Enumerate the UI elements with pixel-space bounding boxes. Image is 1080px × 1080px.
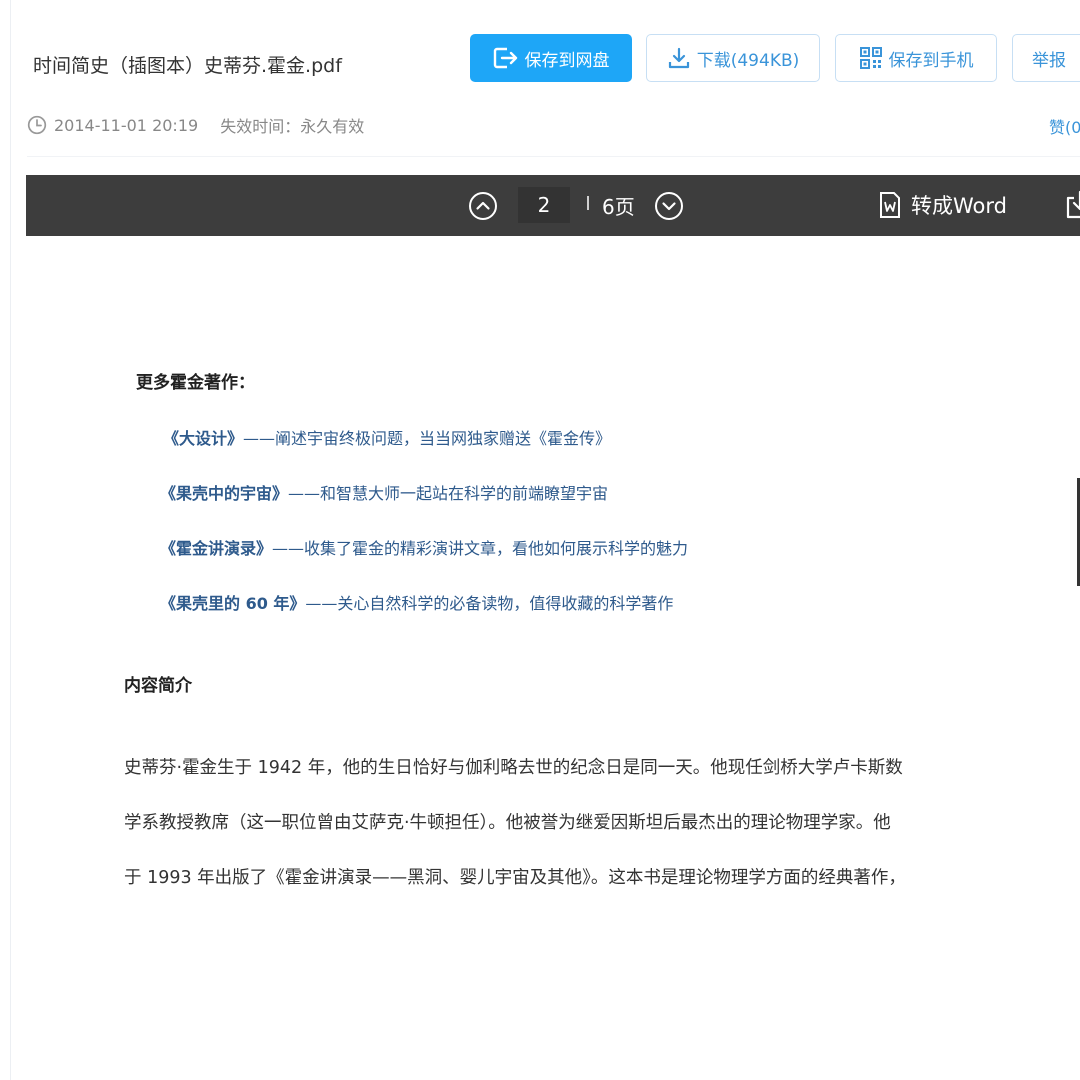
toolbar-download-icon[interactable] — [1064, 189, 1080, 221]
total-pages: 6页 — [602, 195, 635, 219]
word-document-icon — [880, 192, 900, 218]
work-title: 《果壳里的 60 年》 — [160, 594, 306, 613]
intro-line: 于 1993 年出版了《霍金讲演录——黑洞、婴儿宇宙及其他》。这本书是理论物理学… — [124, 868, 906, 888]
left-border-line — [10, 0, 11, 1080]
document-viewer-page: 时间简史（插图本）史蒂芬.霍金.pdf 保存到网盘 下载(494KB) 保存到手… — [0, 0, 1080, 1080]
file-title: 时间简史（插图本）史蒂芬.霍金.pdf — [33, 55, 342, 77]
report-button[interactable]: 举报 — [1012, 34, 1080, 82]
save-export-icon — [493, 47, 517, 69]
pdf-toolbar: 6页 转成Word — [26, 175, 1080, 236]
page-number-input[interactable] — [518, 187, 570, 223]
header-divider — [27, 156, 1080, 157]
qr-code-icon — [859, 47, 882, 69]
work-desc: ——收集了霍金的精彩演讲文章，看他如何展示科学的魅力 — [272, 539, 689, 558]
work-item: 《果壳里的 60 年》——关心自然科学的必备读物，值得收藏的科学著作 — [160, 590, 673, 614]
expire-time: 失效时间：永久有效 — [220, 117, 365, 136]
clock-icon — [27, 115, 47, 135]
work-desc: ——阐述宇宙终极问题，当当网独家赠送《霍金传》 — [243, 429, 612, 448]
save-to-phone-label: 保存到手机 — [888, 50, 974, 71]
work-item: 《果壳中的宇宙》——和智慧大师一起站在科学的前端瞭望宇宙 — [160, 480, 608, 504]
download-button[interactable]: 下载(494KB) — [646, 34, 820, 82]
next-page-icon[interactable] — [654, 191, 684, 221]
save-to-phone-button[interactable]: 保存到手机 — [835, 34, 997, 82]
report-label: 举报 — [1032, 50, 1066, 71]
upload-date: 2014-11-01 20:19 — [54, 115, 199, 135]
file-meta: 2014-11-01 20:19 失效时间：永久有效 — [27, 113, 364, 137]
work-title: 《大设计》 — [163, 429, 244, 448]
work-title: 《霍金讲演录》 — [160, 539, 273, 558]
intro-heading: 内容简介 — [124, 676, 192, 696]
work-title: 《果壳中的宇宙》 — [160, 484, 289, 503]
page-separator — [587, 196, 589, 210]
more-works-heading: 更多霍金著作： — [136, 373, 255, 393]
work-desc: ——关心自然科学的必备读物，值得收藏的科学著作 — [305, 594, 674, 613]
like-link[interactable]: 赞(0 — [1049, 114, 1080, 138]
save-to-cloud-label: 保存到网盘 — [524, 50, 610, 71]
previous-page-icon[interactable] — [468, 191, 498, 221]
work-item: 《大设计》——阐述宇宙终极问题，当当网独家赠送《霍金传》 — [163, 425, 611, 449]
save-to-cloud-button[interactable]: 保存到网盘 — [470, 34, 632, 82]
download-label: 下载(494KB) — [696, 50, 800, 71]
work-desc: ——和智慧大师一起站在科学的前端瞭望宇宙 — [288, 484, 609, 503]
convert-to-word-button[interactable]: 转成Word — [878, 190, 1007, 220]
intro-line: 学系教授教席（这一职位曾由艾萨克·牛顿担任）。他被誉为继爱因斯坦后最杰出的理论物… — [124, 813, 891, 833]
convert-to-word-label: 转成Word — [911, 194, 1007, 218]
download-icon — [668, 47, 689, 69]
work-item: 《霍金讲演录》——收集了霍金的精彩演讲文章，看他如何展示科学的魅力 — [160, 535, 688, 559]
intro-line: 史蒂芬·霍金生于 1942 年，他的生日恰好与伽利略去世的纪念日是同一天。他现任… — [124, 758, 903, 778]
